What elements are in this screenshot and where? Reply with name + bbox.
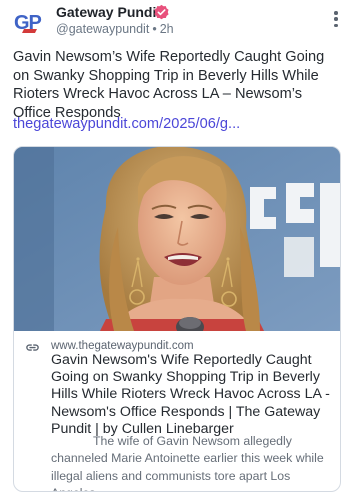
author-handle[interactable]: @gatewaypundit [56, 22, 149, 36]
link-preview-card[interactable]: www.thegatewaypundit.com Gavin Newsom's … [13, 146, 341, 492]
link-icon [26, 344, 39, 351]
post-text: Gavin Newsom’s Wife Reportedly Caught Go… [13, 49, 325, 121]
post-link[interactable]: thegatewaypundit.com/2025/06/g... [13, 115, 240, 133]
author-avatar[interactable]: GP [13, 6, 45, 38]
author-meta: @gatewaypundit • 2h [56, 21, 174, 37]
author-display-name[interactable]: Gateway Pundit [56, 4, 161, 20]
card-image-photo [14, 147, 340, 331]
card-image [14, 147, 340, 331]
meta-separator: • [152, 22, 157, 36]
verified-badge-icon [154, 4, 169, 20]
card-meta: www.thegatewaypundit.com Gavin Newsom's … [14, 331, 340, 491]
more-vertical-icon[interactable] [332, 11, 340, 31]
card-domain: www.thegatewaypundit.com [51, 340, 194, 352]
card-title: Gavin Newsom's Wife Reportedly Caught Go… [51, 352, 330, 437]
post-timestamp[interactable]: 2h [160, 22, 174, 36]
post-header: GP Gateway Pundit @gatewaypundit • 2h [0, 0, 354, 44]
card-description: The wife of Gavin Newsom allegedly chann… [51, 434, 324, 491]
